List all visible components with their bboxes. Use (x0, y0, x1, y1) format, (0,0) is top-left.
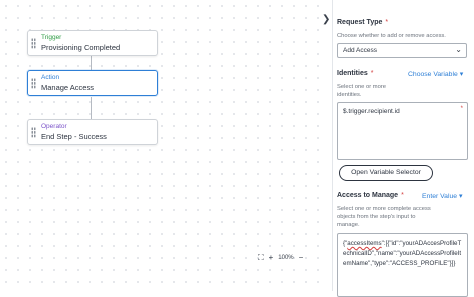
trigger-node[interactable]: Trigger Provisioning Completed (27, 30, 158, 56)
identities-label-text: Identities (337, 70, 368, 77)
identities-field[interactable]: $.trigger.recipient.id * (337, 102, 468, 160)
access-to-manage-label: Access to Manage * (337, 192, 404, 199)
chevron-down-icon: ▾ (459, 71, 464, 78)
drag-handle-icon[interactable] (31, 78, 36, 89)
request-type-value: Add Access (343, 47, 377, 54)
required-marker: * (385, 19, 389, 26)
chevron-down-icon: ⌄ (455, 45, 462, 54)
drag-handle-icon[interactable] (31, 38, 36, 49)
identities-value: $.trigger.recipient.id (343, 108, 400, 115)
request-type-label-text: Request Type (337, 19, 383, 26)
access-to-manage-label-text: Access to Manage (337, 192, 399, 199)
request-type-help: Choose whether to add or remove access. (337, 33, 446, 39)
zoom-controls: ⛶ + 100% − (258, 252, 322, 264)
enter-value-link[interactable]: Enter Value ▾ (422, 192, 463, 200)
minus-icon[interactable]: − (299, 253, 304, 263)
fit-view-icon[interactable]: ⛶ (258, 253, 264, 263)
drag-handle-icon[interactable] (31, 127, 36, 138)
request-type-label: Request Type * (337, 19, 388, 26)
required-marker: * (370, 70, 374, 77)
node-title: End Step - Success (41, 132, 107, 141)
node-title: Manage Access (41, 83, 94, 92)
zoom-level: 100% (278, 255, 294, 261)
connector-line (91, 55, 92, 70)
plus-icon[interactable]: + (269, 253, 274, 263)
open-variable-selector-button[interactable]: Open Variable Selector (339, 165, 433, 181)
operator-node[interactable]: Operator End Step - Success (27, 119, 158, 145)
identities-help: Select one or more identities. (337, 84, 386, 98)
action-node[interactable]: Action Manage Access (27, 70, 158, 96)
required-marker: * (460, 106, 463, 112)
node-type-label: Operator (41, 123, 67, 130)
workflow-canvas[interactable]: Trigger Provisioning Completed Action Ma… (0, 0, 322, 291)
choose-variable-text: Choose Variable (408, 71, 458, 78)
access-to-manage-field[interactable]: {"accessItems":[{"id":"yourADAccesProfil… (337, 233, 468, 297)
access-json-value: {"accessItems":[{"id":"yourADAccesProfil… (343, 239, 463, 269)
required-marker: * (401, 192, 404, 199)
access-to-manage-help: Select one or more complete access objec… (337, 206, 431, 228)
identities-label: Identities * (337, 70, 373, 77)
enter-value-text: Enter Value (422, 193, 458, 200)
node-type-label: Trigger (41, 34, 62, 41)
code-key: accessItems (347, 240, 382, 247)
node-type-label: Action (41, 74, 60, 81)
node-title: Provisioning Completed (41, 43, 121, 52)
request-type-select[interactable]: Add Access ⌄ (337, 43, 467, 58)
chevron-down-icon: ▾ (459, 193, 463, 200)
chevron-right-icon[interactable]: ❯ (322, 12, 332, 28)
properties-panel: Request Type * Choose whether to add or r… (333, 0, 474, 297)
choose-variable-link[interactable]: Choose Variable ▾ (408, 70, 463, 78)
connector-line (91, 97, 92, 119)
